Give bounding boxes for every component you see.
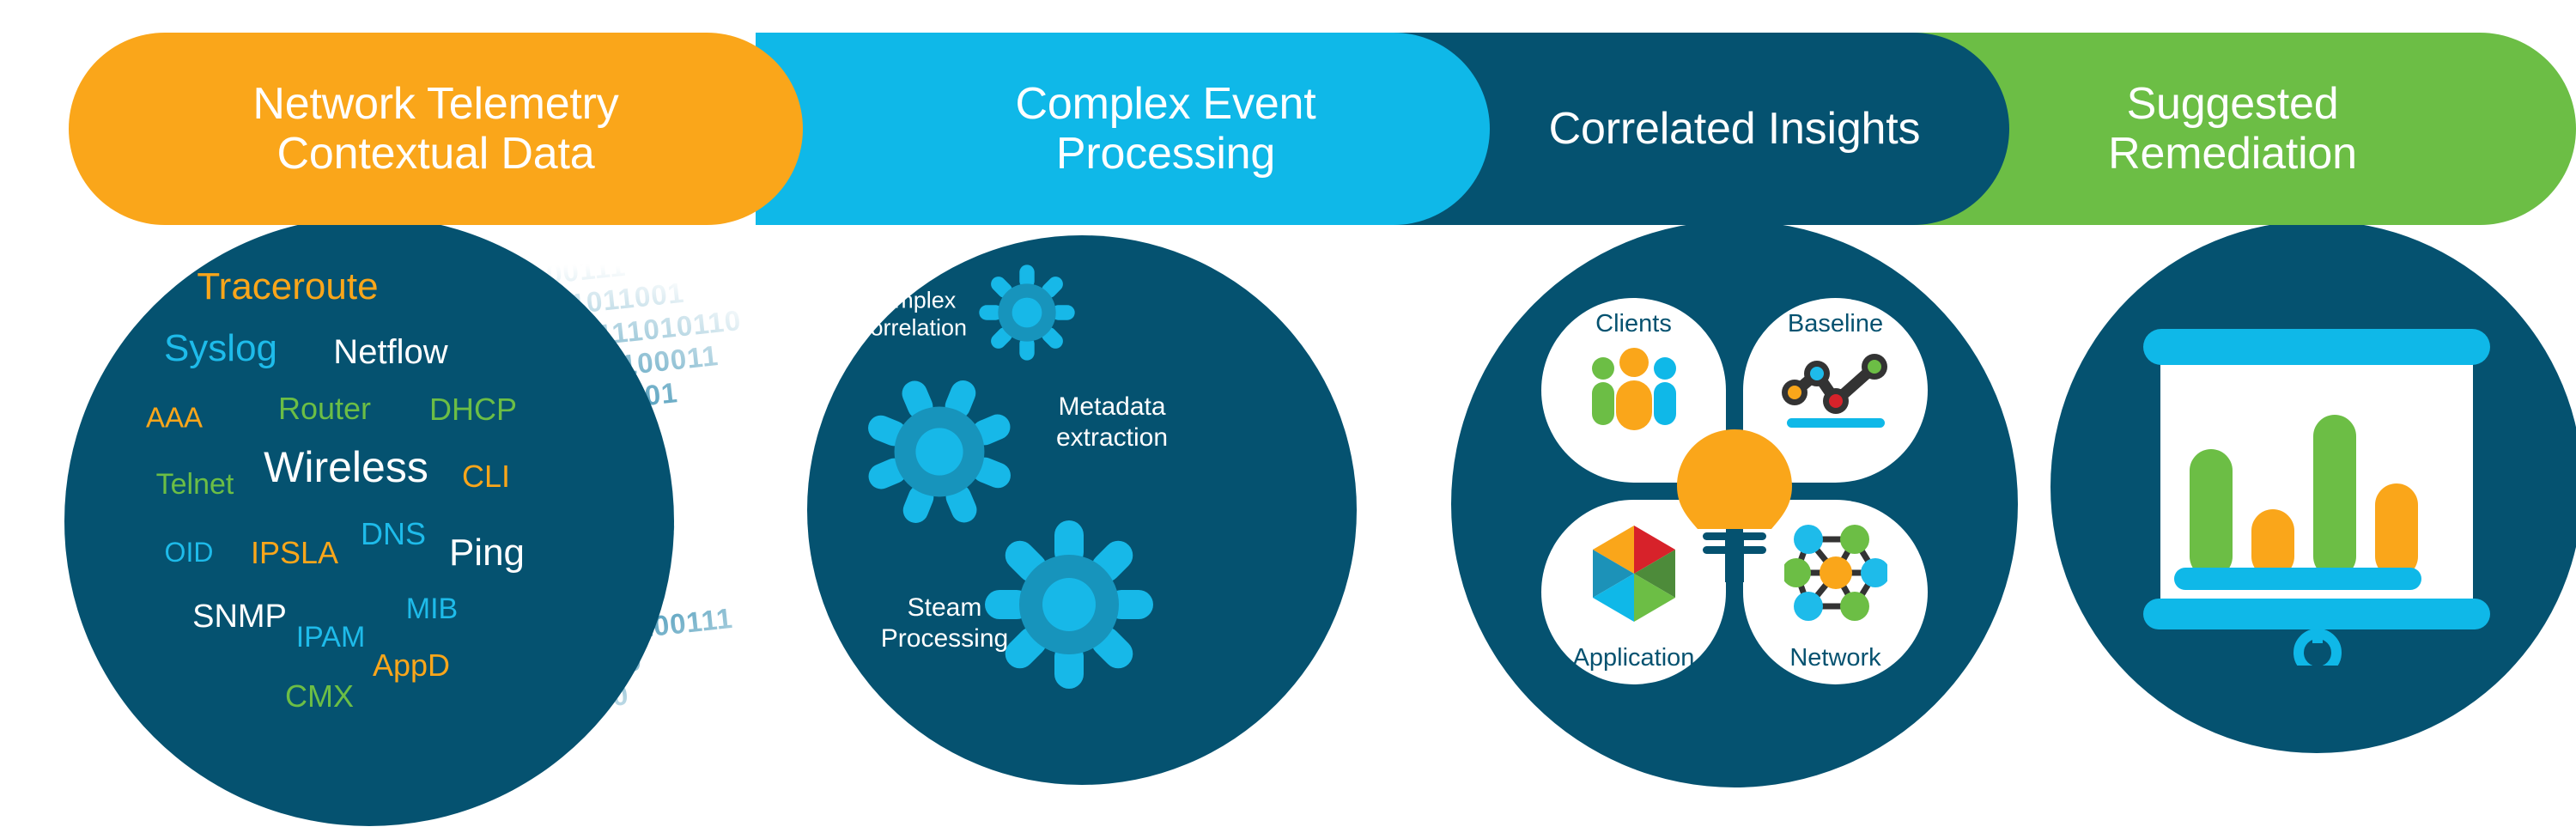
word-cloud-term: IPAM <box>295 621 366 654</box>
banner-segment-network-telemetry[interactable]: Network Telemetry Contextual Data <box>69 33 803 225</box>
network-mesh-icon <box>1781 522 1890 628</box>
insight-quadrant-label: Baseline <box>1787 310 1884 337</box>
banner-segment-label: Suggested Remediation <box>2108 78 2357 179</box>
insight-quadrant-label: Application <box>1572 644 1695 672</box>
word-cloud-term: SNMP <box>192 599 287 635</box>
word-cloud-term: Syslog <box>163 327 278 369</box>
banner-segment-label: Complex Event Processing <box>1015 78 1316 179</box>
word-cloud-term: OID <box>164 537 214 568</box>
word-cloud-term: Router <box>277 391 372 426</box>
lightbulb-icon <box>1670 424 1799 588</box>
word-cloud-term: Netflow <box>333 333 448 371</box>
people-icon <box>1586 348 1682 435</box>
word-cloud-term: CMX <box>285 678 354 714</box>
correlated-insights-circle: Clients Baseline Application Network <box>1451 221 2018 787</box>
word-cloud-term: MIB <box>405 593 459 625</box>
hexagon-app-icon <box>1586 522 1682 629</box>
gear-label-metadata-extraction: Metadata extraction <box>1055 392 1169 452</box>
word-cloud-term: AAA <box>145 401 204 434</box>
word-cloud-term: IPSLA <box>250 535 339 570</box>
insight-quadrant-label: Clients <box>1595 310 1672 337</box>
gear-metadata-extraction-icon <box>860 373 1018 531</box>
banner-segment-label: Network Telemetry Contextual Data <box>252 78 619 179</box>
panels-row: 0110011101110101100100110001110101101010… <box>0 216 2576 839</box>
insight-quadrant-label: Network <box>1789 644 1881 672</box>
line-chart-icon <box>1780 348 1892 435</box>
word-cloud-term: Traceroute <box>197 265 379 307</box>
word-cloud-term: CLI <box>461 459 511 494</box>
banner-segment-label: Correlated Insights <box>1548 103 1921 154</box>
gear-complex-correlation-icon <box>977 263 1077 362</box>
word-cloud-term: Wireless <box>264 443 428 491</box>
banner-segment-complex-event-processing[interactable]: Complex Event Processing <box>756 33 1490 225</box>
word-cloud-term: Telnet <box>155 468 234 501</box>
gear-label-steam-processing: Steam Processing <box>880 593 1009 653</box>
word-cloud-term: DHCP <box>428 392 518 427</box>
event-processing-circle: Complex Correlation Metadata extraction … <box>807 235 1357 785</box>
telemetry-word-cloud-circle: Traceroute Syslog Netflow AAA Router DHCP Wire… <box>64 216 674 826</box>
suggested-remediation-circle <box>2050 221 2576 753</box>
presentation-chart-icon <box>2136 322 2497 677</box>
gear-steam-processing-icon <box>983 519 1155 690</box>
word-cloud-term: DNS <box>360 516 427 551</box>
word-cloud-term: AppD <box>372 647 451 683</box>
pipeline-banner: Suggested Remediation Correlated Insight… <box>0 0 2576 225</box>
word-cloud-term: Ping <box>448 532 526 574</box>
gear-label-complex-correlation: Complex Correlation <box>853 287 968 341</box>
